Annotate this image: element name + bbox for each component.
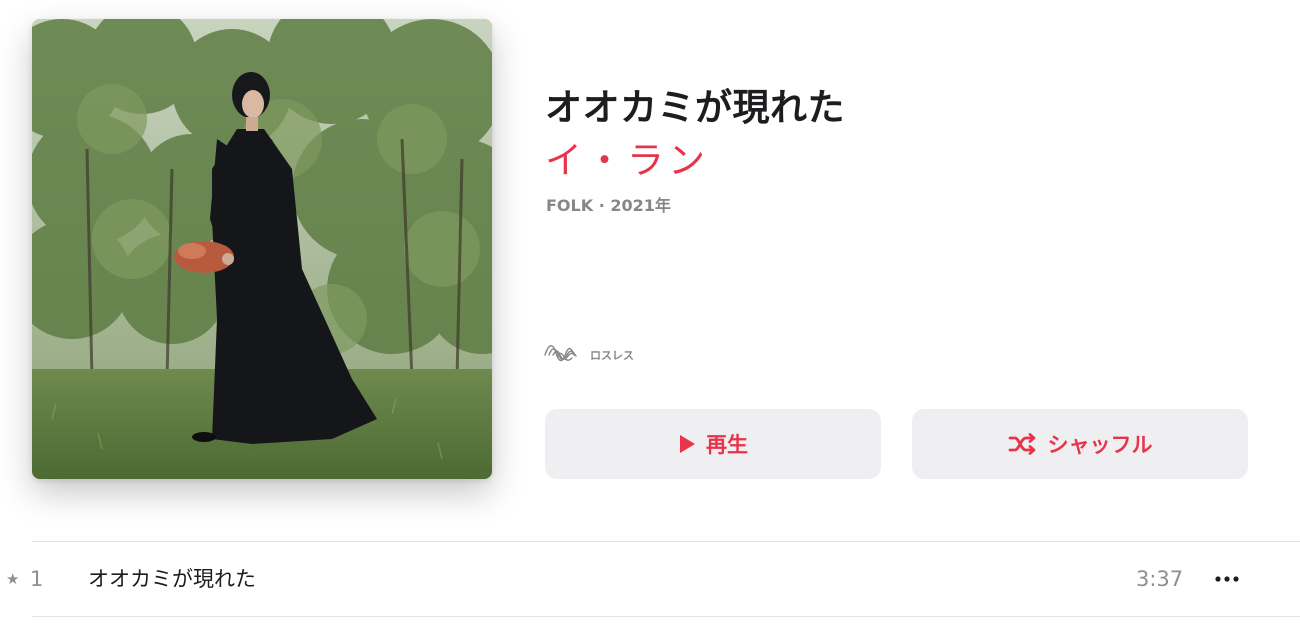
play-button[interactable]: 再生 <box>545 409 881 479</box>
track-duration: 3:37 <box>1136 567 1184 591</box>
lossless-badge: ロスレス <box>544 339 634 371</box>
play-icon <box>678 434 696 454</box>
track-number: 1 <box>30 567 44 591</box>
track-title: オオカミが現れた <box>88 567 256 591</box>
tracklist-divider-bottom <box>32 616 1300 617</box>
more-options-button[interactable] <box>1213 568 1241 590</box>
ellipsis-icon <box>1215 576 1239 582</box>
album-page: オオカミが現れた イ・ラン FOLK · 2021年 ロスレス 再生 シャッフル… <box>0 0 1300 629</box>
shuffle-icon <box>1008 433 1038 455</box>
play-label: 再生 <box>706 433 748 457</box>
album-genre-year: FOLK · 2021年 <box>546 196 671 215</box>
artist-link[interactable]: イ・ラン <box>545 130 709 184</box>
shuffle-button[interactable]: シャッフル <box>912 409 1248 479</box>
album-artwork[interactable] <box>32 19 492 479</box>
favorite-star-icon: ★ <box>6 570 20 588</box>
album-artwork-image <box>32 19 492 479</box>
lossless-label: ロスレス <box>590 349 634 362</box>
lossless-icon <box>544 339 586 371</box>
album-title: オオカミが現れた <box>545 86 845 129</box>
shuffle-label: シャッフル <box>1047 433 1153 457</box>
track-row[interactable]: ★ 1 オオカミが現れた 3:37 <box>0 542 1300 616</box>
